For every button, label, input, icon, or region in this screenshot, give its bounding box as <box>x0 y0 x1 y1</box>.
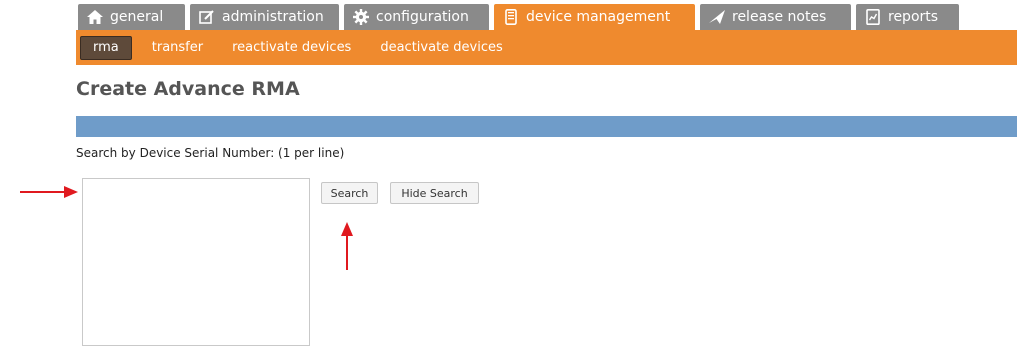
hide-search-button[interactable]: Hide Search <box>390 182 479 204</box>
report-icon <box>864 9 882 25</box>
tab-label: administration <box>222 9 324 25</box>
send-icon <box>708 9 726 25</box>
annotation-arrow-up <box>341 222 353 270</box>
tab-administration[interactable]: administration <box>190 4 339 30</box>
serial-search-label: Search by Device Serial Number: (1 per l… <box>76 146 345 160</box>
sub-navigation: rma transfer reactivate devices deactiva… <box>76 30 1017 65</box>
tab-release-notes[interactable]: release notes <box>700 4 851 30</box>
tab-label: configuration <box>376 9 469 25</box>
tab-device-management[interactable]: device management <box>494 4 695 30</box>
subnav-deactivate-devices[interactable]: deactivate devices <box>372 37 510 59</box>
tab-configuration[interactable]: configuration <box>344 4 489 30</box>
tab-general[interactable]: general <box>78 4 185 30</box>
page-title: Create Advance RMA <box>76 78 300 100</box>
home-icon <box>86 9 104 25</box>
annotation-arrow-right <box>20 186 78 198</box>
tab-label: reports <box>888 9 939 25</box>
section-header-bar <box>76 116 1017 137</box>
subnav-rma[interactable]: rma <box>80 35 132 60</box>
subnav-reactivate-devices[interactable]: reactivate devices <box>224 37 359 59</box>
main-tab-bar: general administration configuration dev… <box>78 4 1017 30</box>
device-icon <box>502 9 520 25</box>
tab-reports[interactable]: reports <box>856 4 959 30</box>
subnav-transfer[interactable]: transfer <box>144 37 211 59</box>
tab-label: release notes <box>732 9 827 25</box>
tab-label: general <box>110 9 164 25</box>
search-button[interactable]: Search <box>321 182 378 204</box>
serial-number-textarea[interactable] <box>82 178 310 346</box>
edit-icon <box>198 9 216 25</box>
tab-label: device management <box>526 9 671 25</box>
gear-icon <box>352 9 370 25</box>
